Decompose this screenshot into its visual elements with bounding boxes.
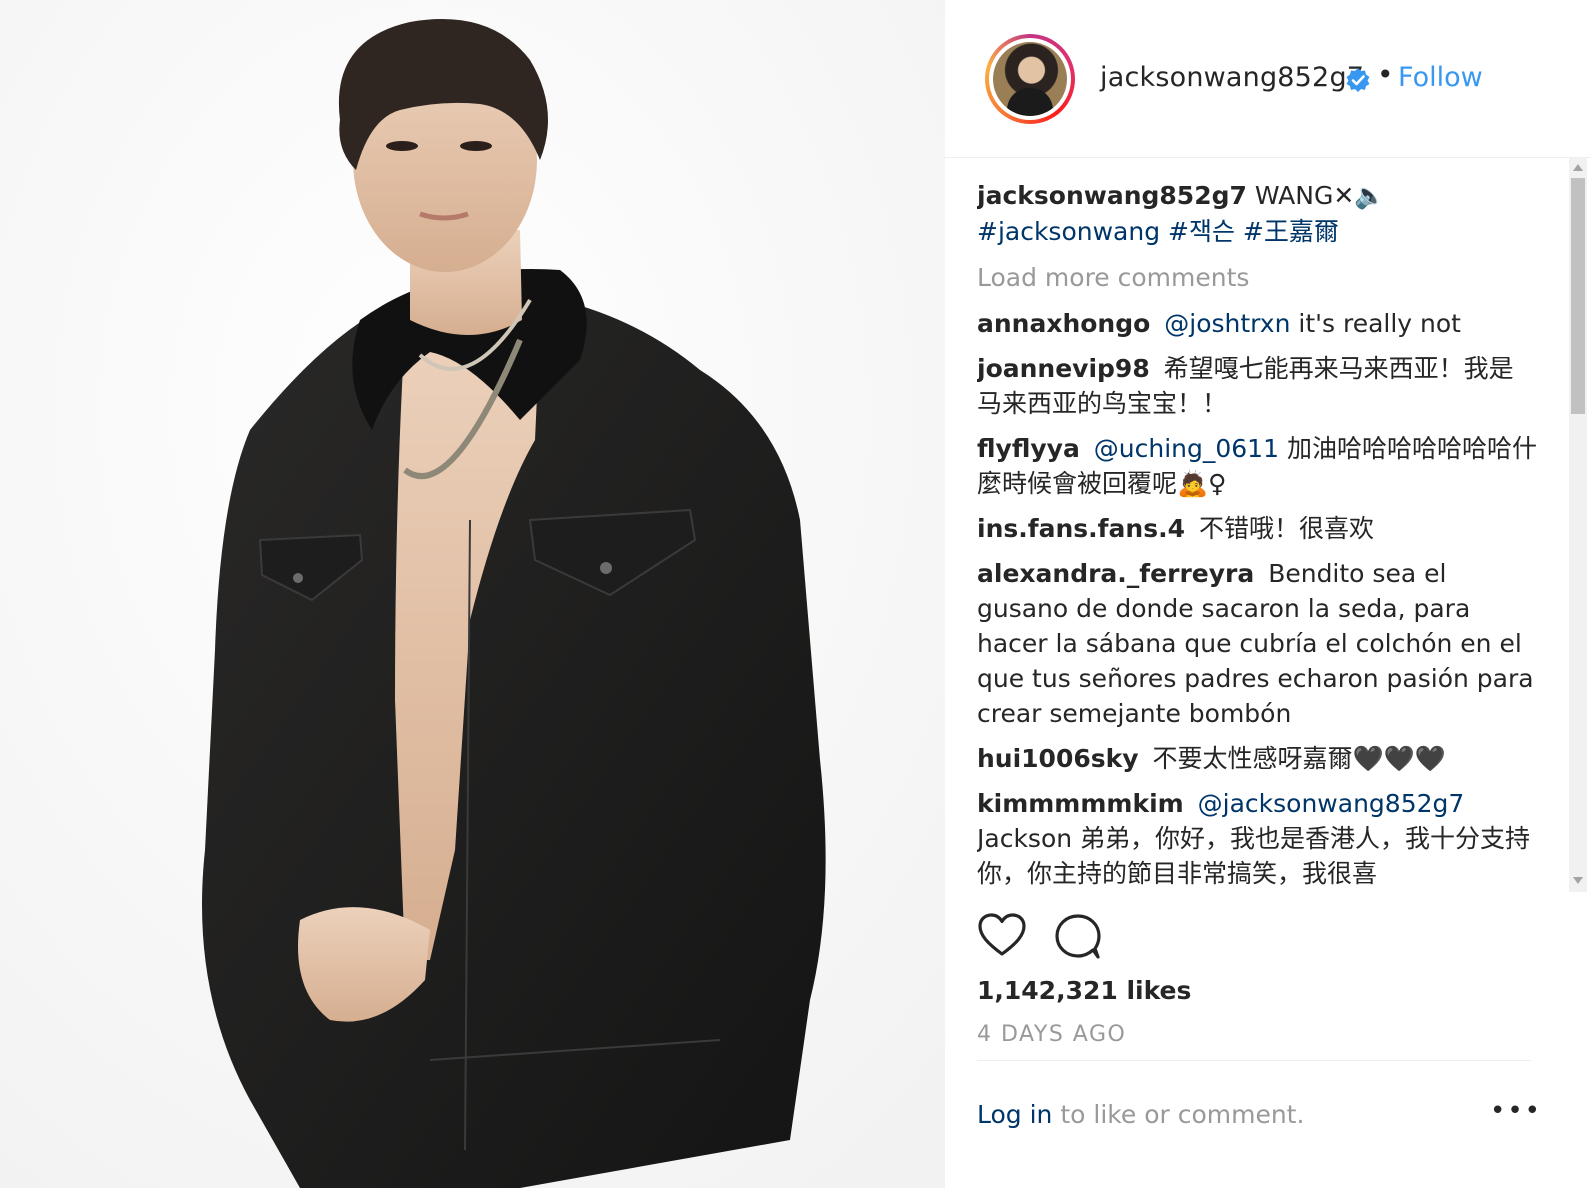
avatar[interactable] [985,34,1075,124]
scroll-down-arrow-icon[interactable] [1573,877,1583,884]
scroll-up-arrow-icon[interactable] [1573,164,1583,171]
heart-icon[interactable] [977,912,1027,958]
post-caption: jacksonwang852g7 WANG✕🔈 #jacksonwang #잭슨… [977,178,1547,250]
comment-username[interactable]: flyflyya [977,434,1080,463]
comment-text: Jackson 弟弟，你好，我也是香港人，我十分支持你，你主持的節目非常搞笑，我… [977,824,1531,888]
comment-item: ins.fans.fans.4 不错哦！很喜欢 [977,511,1537,546]
post-side-panel: jacksonwang852g7 • Follow jacksonwang852… [945,0,1591,1188]
comment-item: hui1006sky 不要太性感呀嘉爾🖤🖤🖤 [977,741,1537,776]
comment-username[interactable]: annaxhongo [977,309,1150,338]
comment-item: kimmmmmkim @jacksonwang852g7 Jackson 弟弟，… [977,786,1537,891]
header-username[interactable]: jacksonwang852g7 [1100,62,1364,93]
login-link[interactable]: Log in [977,1100,1052,1129]
comment-username[interactable]: ins.fans.fans.4 [977,514,1185,543]
follow-button[interactable]: Follow [1398,62,1483,93]
more-options-icon[interactable]: ••• [1490,1096,1542,1126]
load-more-comments-button[interactable]: Load more comments [977,260,1557,296]
comment-username[interactable]: kimmmmmkim [977,789,1184,818]
comment-username[interactable]: joannevip98 [977,354,1150,383]
caption-hashtags[interactable]: #jacksonwang #잭슨 #王嘉爾 [977,217,1339,246]
comment-icon[interactable] [1053,912,1103,960]
post-actions [977,908,1557,968]
comments-scrollbar[interactable] [1569,158,1587,892]
comment-text: 不错哦！很喜欢 [1198,514,1374,543]
header-separator: • [1377,58,1394,91]
comments-list[interactable]: jacksonwang852g7 WANG✕🔈 #jacksonwang #잭슨… [977,158,1557,894]
caption-username[interactable]: jacksonwang852g7 [977,181,1247,210]
post-timestamp: 4 DAYS AGO [977,1022,1127,1047]
comment-item: annaxhongo @joshtrxn it's really not [977,306,1537,341]
comment-mention[interactable]: @joshtrxn [1164,309,1290,338]
avatar-border [989,38,1071,120]
comment-item: alexandra._ferreyra Bendito sea el gusan… [977,556,1537,731]
comment-mention[interactable]: @jacksonwang852g7 [1198,789,1465,818]
login-prompt: Log in to like or comment. [977,1100,1304,1129]
post-photo [0,0,945,1188]
likes-count[interactable]: 1,142,321 likes [977,976,1191,1005]
comment-text: it's really not [1298,309,1461,338]
comment-username[interactable]: alexandra._ferreyra [977,559,1254,588]
verified-badge-icon [1346,68,1370,92]
comment-text: 不要太性感呀嘉爾🖤🖤🖤 [1152,744,1446,773]
avatar-image [993,42,1067,116]
post-header: jacksonwang852g7 • Follow [945,0,1591,158]
divider [977,1060,1531,1061]
avatar-figure [1007,88,1053,116]
scrollbar-thumb[interactable] [1571,178,1585,414]
login-prompt-text: to like or comment. [1052,1100,1305,1129]
comment-mention[interactable]: @uching_0611 [1094,434,1279,463]
comment-item: joannevip98 希望嘎七能再来马来西亚！我是马来西亚的鸟宝宝！！ [977,351,1537,421]
caption-text: WANG✕🔈 [1254,181,1386,210]
comment-item: flyflyya @uching_0611 加油哈哈哈哈哈哈哈什麼時候會被回覆呢… [977,431,1537,501]
comment-username[interactable]: hui1006sky [977,744,1139,773]
